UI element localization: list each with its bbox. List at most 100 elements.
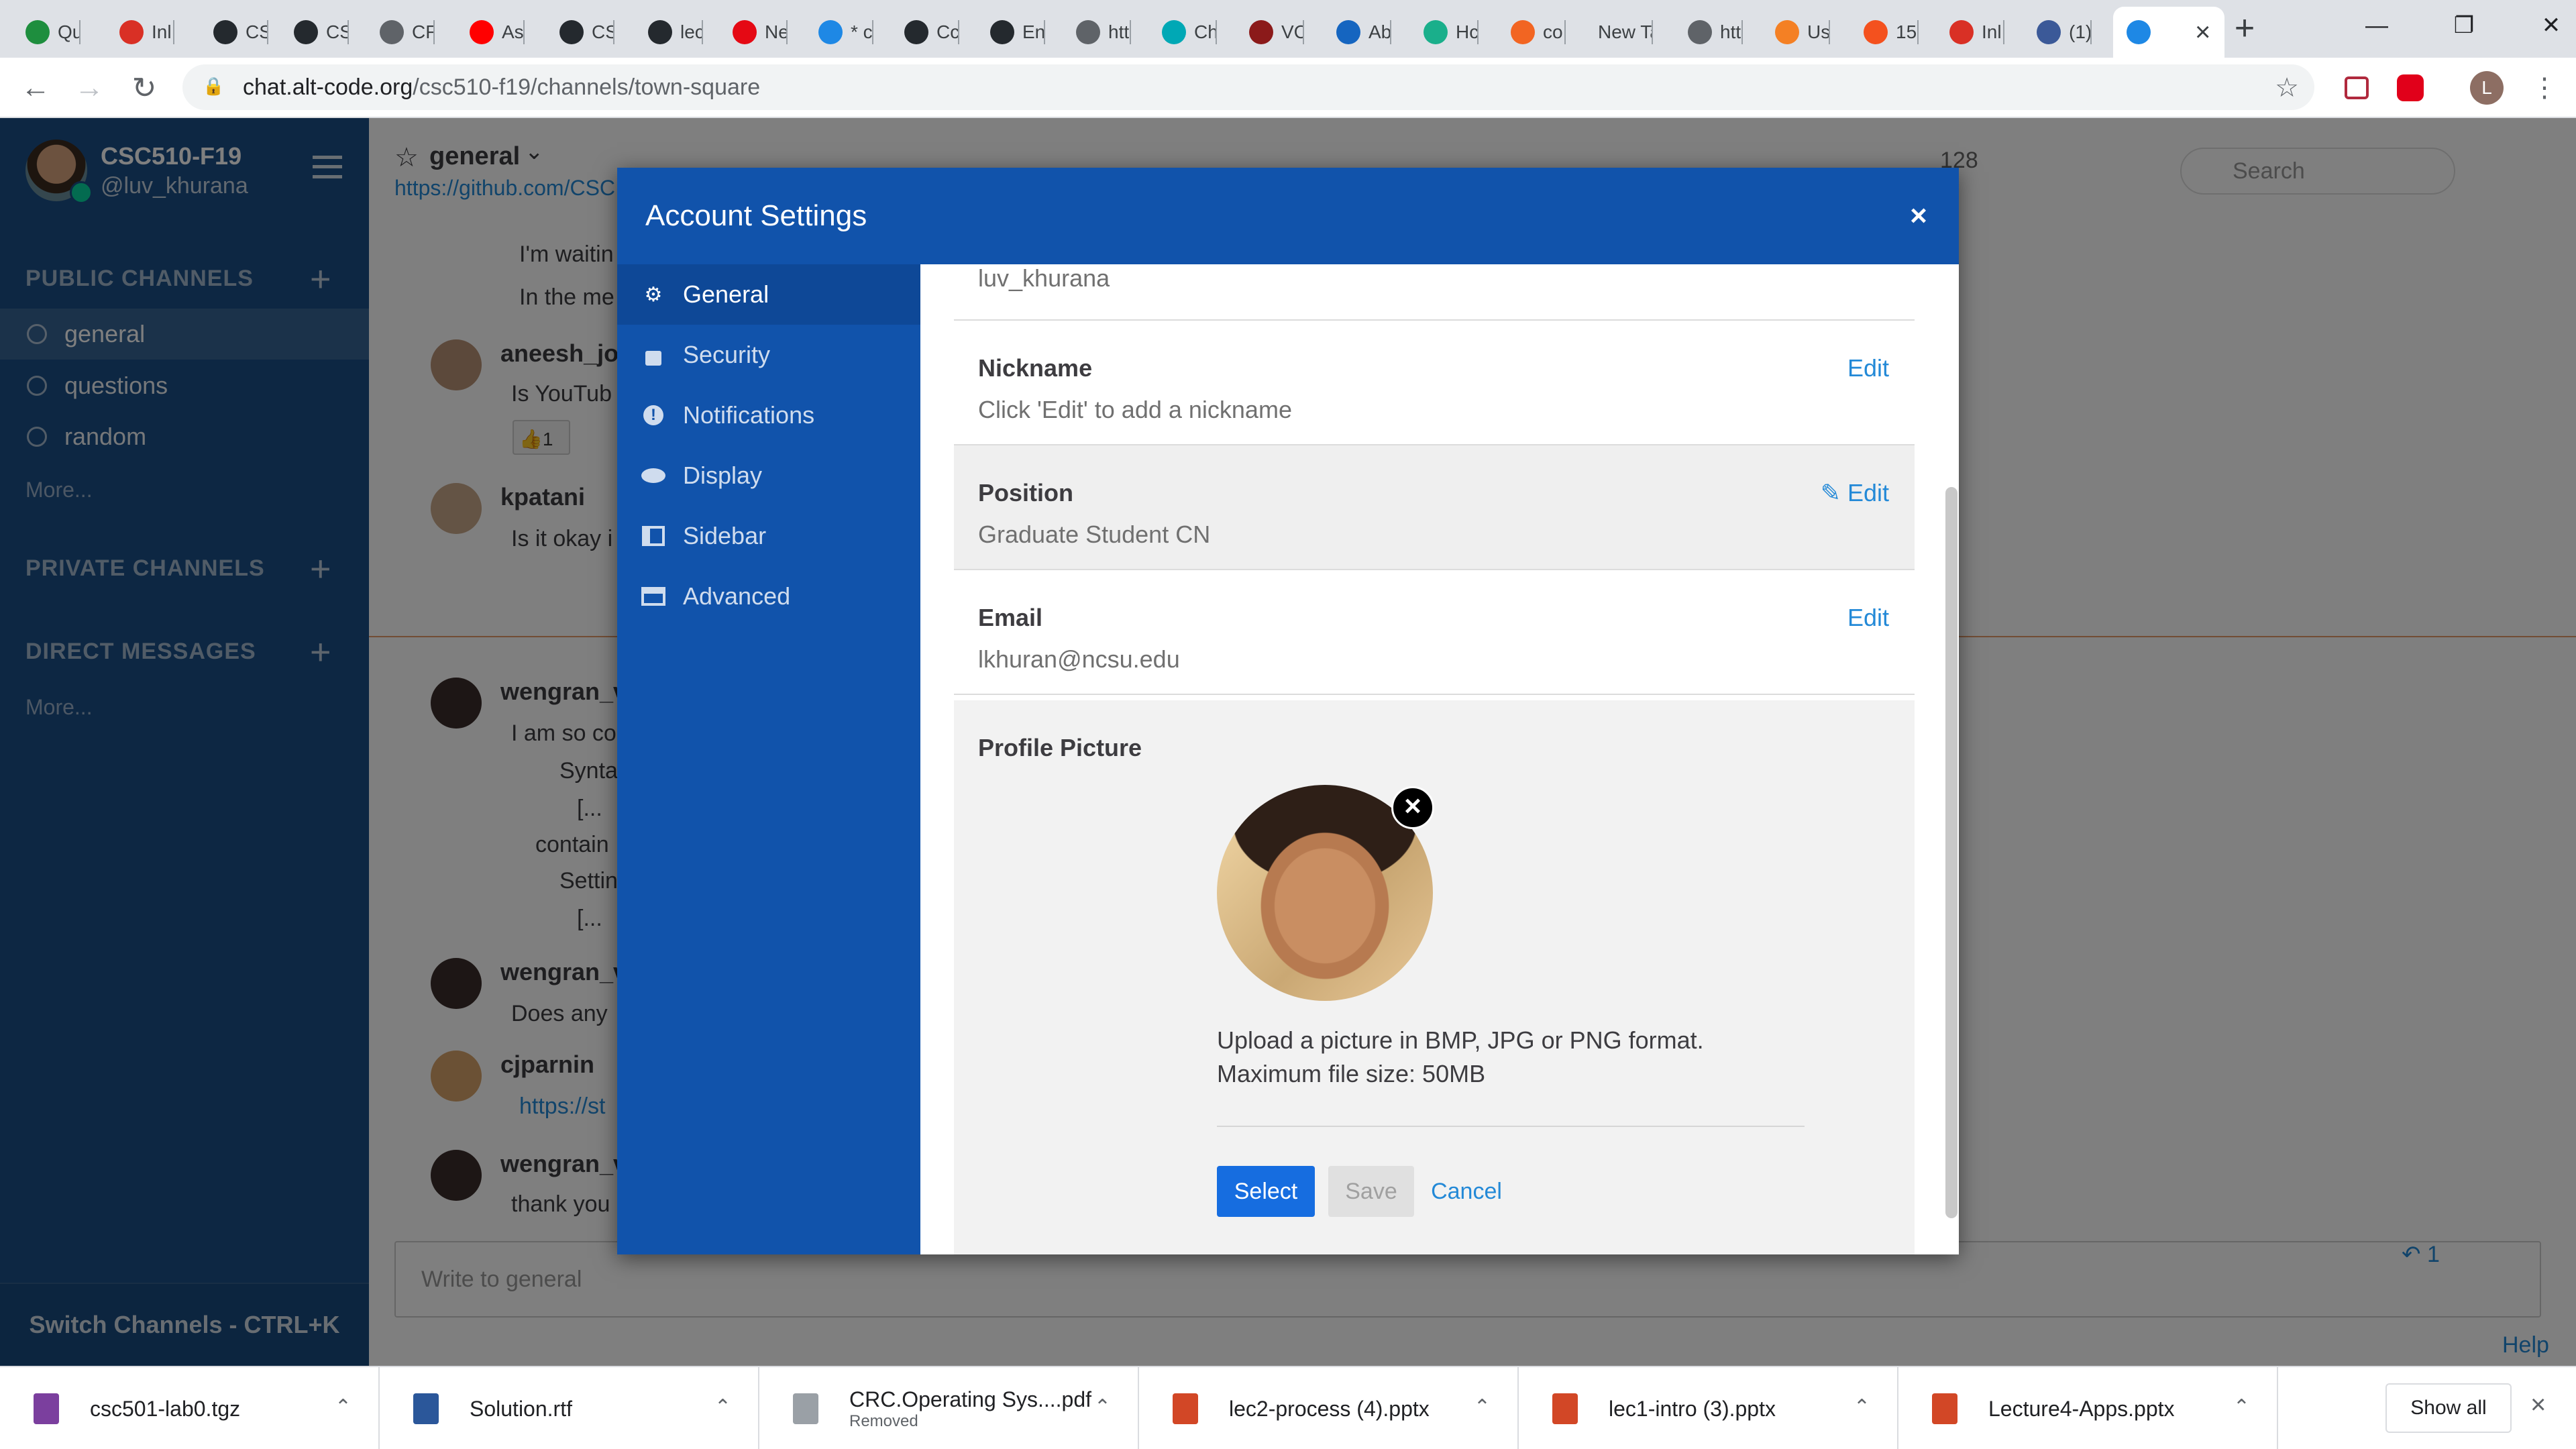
- address-bar[interactable]: 🔒 chat.alt-code.org/csc510-f19/channels/…: [182, 64, 2314, 110]
- github-icon: [294, 20, 318, 44]
- close-downloads-icon[interactable]: ×: [2530, 1390, 2546, 1420]
- chevron-up-icon[interactable]: ⌃: [2233, 1395, 2250, 1419]
- browser-tab[interactable]: CS: [546, 7, 614, 58]
- browser-tab[interactable]: En: [977, 7, 1045, 58]
- downloads-bar: csc501-lab0.tgz ⌃ Solution.rtf ⌃ CRC.Operati…: [0, 1366, 2576, 1449]
- browser-tab[interactable]: htt: [1063, 7, 1131, 58]
- tab-label: CF: [412, 21, 435, 42]
- minimize-icon[interactable]: —: [2333, 0, 2420, 51]
- tab-separator: [1303, 20, 1304, 44]
- browser-tab[interactable]: As: [456, 7, 525, 58]
- chrome-menu-icon[interactable]: ⋮: [2526, 70, 2563, 106]
- tab-separator: [267, 20, 268, 44]
- chevron-up-icon[interactable]: ⌃: [335, 1395, 352, 1419]
- close-tab-icon[interactable]: ×: [2195, 17, 2210, 48]
- pocket-extension-icon[interactable]: [2339, 70, 2375, 106]
- download-item[interactable]: lec2-process (4).pptx ⌃: [1139, 1367, 1519, 1449]
- new-tab-icon[interactable]: +: [2224, 9, 2265, 50]
- bookmark-star-icon[interactable]: ☆: [2269, 70, 2305, 106]
- download-name: CRC.Operating Sys....pdf: [849, 1387, 1092, 1411]
- remove-picture-icon[interactable]: ×: [1391, 786, 1434, 829]
- tab-label: VC: [1281, 21, 1304, 42]
- chevron-up-icon[interactable]: ⌃: [1854, 1395, 1870, 1419]
- browser-tab[interactable]: * c: [805, 7, 873, 58]
- adblock-extension-icon[interactable]: [2392, 70, 2428, 106]
- tab-separator: [958, 20, 959, 44]
- scrollbar-thumb[interactable]: [1945, 487, 1957, 1218]
- browser-tab[interactable]: Hc: [1410, 7, 1479, 58]
- tab-label: Sidebar: [683, 522, 767, 549]
- modal-header: Account Settings: [617, 168, 1959, 264]
- tab-separator: [1216, 20, 1217, 44]
- position-row[interactable]: Position ✎ Edit Graduate Student CN: [954, 445, 1915, 570]
- browser-tab[interactable]: Us: [1762, 7, 1830, 58]
- download-name: lec2-process (4).pptx: [1229, 1396, 1430, 1421]
- tab-label: As: [502, 21, 524, 42]
- infinity-icon: [1336, 20, 1360, 44]
- browser-tab[interactable]: co: [1497, 7, 1566, 58]
- download-info: lec1-intro (3).pptx: [1609, 1397, 1776, 1421]
- download-item[interactable]: Solution.rtf ⌃: [380, 1367, 759, 1449]
- tab-label: Inl: [1982, 21, 2002, 42]
- download-item[interactable]: CRC.Operating Sys....pdf Removed ⌃: [759, 1367, 1139, 1449]
- browser-tab[interactable]: Cc: [891, 7, 959, 58]
- browser-tab[interactable]: Qu: [12, 7, 80, 58]
- github-icon: [904, 20, 928, 44]
- browser-tab[interactable]: Ne: [719, 7, 788, 58]
- select-button[interactable]: Select: [1217, 1166, 1315, 1217]
- tab-security[interactable]: Security: [617, 325, 920, 385]
- chevron-up-icon[interactable]: ⌃: [1094, 1395, 1111, 1419]
- download-info: Solution.rtf: [470, 1397, 572, 1421]
- maximize-icon[interactable]: ❐: [2420, 0, 2508, 51]
- tab-display[interactable]: Display: [617, 445, 920, 506]
- tab-advanced[interactable]: Advanced: [617, 566, 920, 627]
- forward-icon[interactable]: →: [68, 67, 110, 109]
- save-button[interactable]: Save: [1328, 1166, 1414, 1217]
- browser-tab[interactable]: CS: [200, 7, 268, 58]
- tab-separator: [1130, 20, 1131, 44]
- profile-avatar[interactable]: L: [2469, 70, 2505, 106]
- facebook-icon: [2037, 20, 2061, 44]
- browser-tab[interactable]: VC: [1236, 7, 1304, 58]
- chevron-up-icon[interactable]: ⌃: [714, 1395, 731, 1419]
- browser-tab[interactable]: Inl: [106, 7, 174, 58]
- reload-icon[interactable]: ↻: [123, 67, 165, 109]
- tab-general[interactable]: ⚙ General: [617, 264, 920, 325]
- browser-tab[interactable]: CS: [280, 7, 349, 58]
- profile-picture-section: Profile Picture × Upload a picture in BM…: [954, 700, 1915, 1254]
- nickname-row[interactable]: Nickname Edit Click 'Edit' to add a nick…: [954, 321, 1915, 445]
- tab-separator: [1741, 20, 1743, 44]
- settings-content: luv_khurana Nickname Edit Click 'Edit' t…: [920, 264, 1959, 1254]
- b-icon: [1864, 20, 1888, 44]
- browser-tab[interactable]: Inl: [1936, 7, 2004, 58]
- account-settings-modal: Account Settings × ⚙ General Security ! No…: [617, 168, 1959, 1254]
- tab-label: htt: [1720, 21, 1741, 42]
- nickname-edit-link[interactable]: Edit: [1847, 354, 1889, 382]
- download-item[interactable]: csc501-lab0.tgz ⌃: [0, 1367, 380, 1449]
- position-edit-link[interactable]: ✎ Edit: [1821, 479, 1889, 507]
- browser-tab[interactable]: htt: [1674, 7, 1743, 58]
- download-item[interactable]: lec1-intro (3).pptx ⌃: [1519, 1367, 1898, 1449]
- browser-tab[interactable]: lec: [635, 7, 703, 58]
- browser-tab[interactable]: New Ta: [1585, 7, 1653, 58]
- chevron-up-icon[interactable]: ⌃: [1474, 1395, 1491, 1419]
- email-edit-link[interactable]: Edit: [1847, 604, 1889, 632]
- tab-sidebar[interactable]: Sidebar: [617, 506, 920, 566]
- columns-icon: [641, 524, 665, 548]
- browser-tab[interactable]: 15: [1850, 7, 1919, 58]
- tab-notifications[interactable]: ! Notifications: [617, 385, 920, 445]
- email-row[interactable]: Email Edit lkhuran@ncsu.edu: [954, 570, 1915, 695]
- active-browser-tab[interactable]: ×: [2113, 7, 2224, 58]
- github-icon: [559, 20, 584, 44]
- back-icon[interactable]: ←: [15, 67, 56, 109]
- close-window-icon[interactable]: ✕: [2508, 0, 2576, 51]
- show-all-button[interactable]: Show all: [2385, 1383, 2512, 1433]
- download-info: Lecture4-Apps.pptx: [1988, 1397, 2175, 1421]
- browser-tab[interactable]: Ch: [1148, 7, 1217, 58]
- close-icon[interactable]: ×: [1904, 201, 1933, 232]
- browser-tab[interactable]: CF: [366, 7, 435, 58]
- download-item[interactable]: Lecture4-Apps.pptx ⌃: [1898, 1367, 2278, 1449]
- cancel-button[interactable]: Cancel: [1426, 1166, 1507, 1217]
- browser-tab[interactable]: Ab: [1323, 7, 1391, 58]
- browser-tab[interactable]: (1): [2023, 7, 2092, 58]
